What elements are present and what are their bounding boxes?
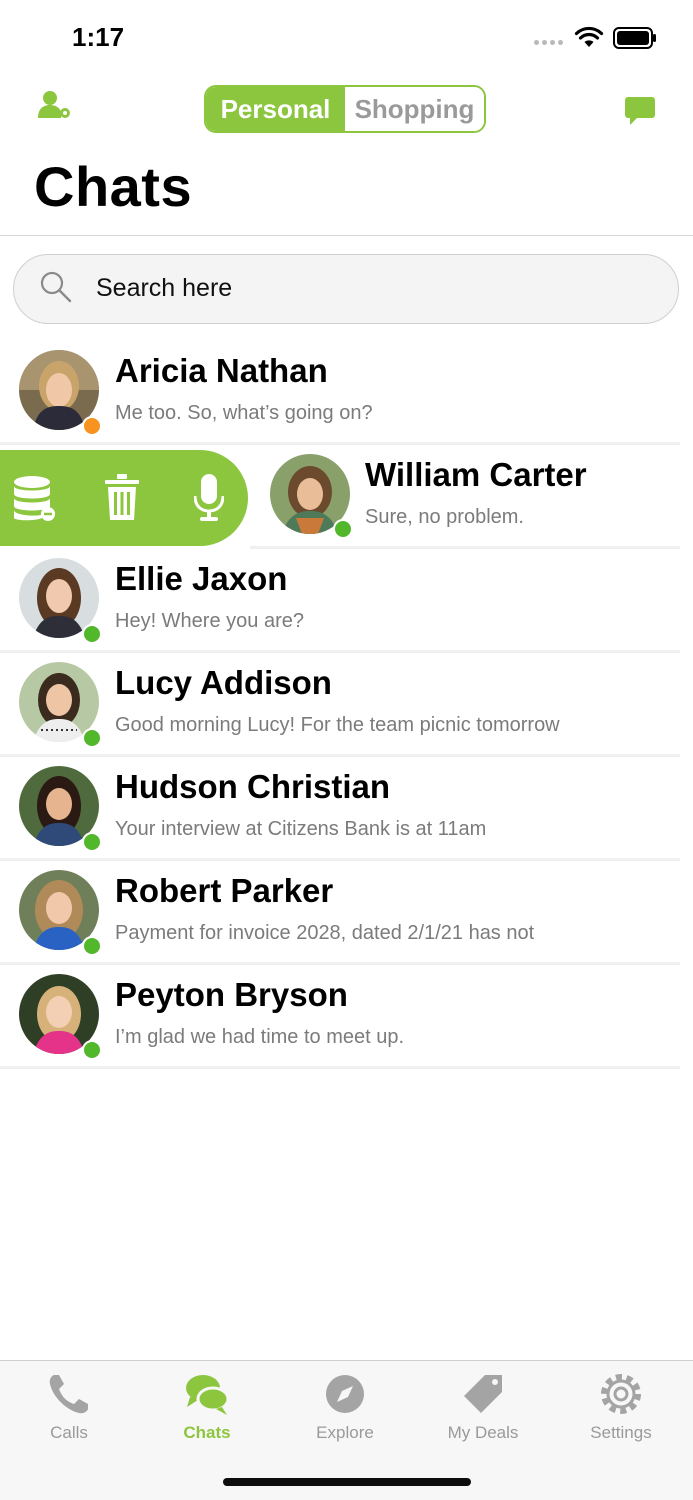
cellular-signal-icon — [534, 40, 563, 45]
chat-preview: Good morning Lucy! For the team picnic t… — [115, 714, 560, 736]
search-icon — [40, 271, 72, 303]
online-status-dot — [82, 728, 102, 748]
tab-explore[interactable]: Explore — [276, 1371, 414, 1443]
tag-icon — [464, 1375, 502, 1413]
chat-preview: Sure, no problem. — [365, 506, 524, 528]
tab-label: Settings — [590, 1423, 652, 1442]
chat-row-william-carter[interactable]: William Carter Sure, no problem. — [250, 444, 680, 549]
chat-name: Hudson Christian — [115, 768, 391, 805]
tab-label: My Deals — [447, 1423, 519, 1442]
tab-calls[interactable]: Calls — [0, 1371, 138, 1443]
header: Personal Shopping Chats — [0, 70, 693, 236]
online-status-dot — [82, 624, 102, 644]
search-input[interactable]: Search here — [13, 254, 679, 324]
chat-row-ellie-jaxon[interactable]: Ellie Jaxon Hey! Where you are? — [0, 548, 680, 653]
chat-name: William Carter — [365, 456, 587, 493]
swipe-actions — [0, 450, 248, 546]
chat-preview: I’m glad we had time to meet up. — [115, 1026, 405, 1048]
profile-settings-icon[interactable] — [38, 90, 72, 120]
chats-screen: 1:17 Personal Shopping Chats Search here… — [0, 0, 693, 1500]
chat-name: Ellie Jaxon — [115, 560, 288, 597]
chat-preview: Me too. So, what’s going on? — [115, 402, 373, 424]
new-chat-icon[interactable] — [624, 96, 656, 126]
chat-preview: Payment for invoice 2028, dated 2/1/21 h… — [115, 922, 535, 944]
battery-icon — [613, 27, 656, 49]
archive-icon[interactable] — [12, 474, 56, 522]
gear-icon — [601, 1374, 641, 1414]
tab-label: Explore — [316, 1423, 374, 1442]
trash-icon[interactable] — [105, 474, 139, 522]
segmented-control: Personal Shopping — [204, 85, 486, 133]
chat-row-aricia-nathan[interactable]: Aricia Nathan Me too. So, what’s going o… — [0, 340, 680, 445]
segment-shopping[interactable]: Shopping — [345, 87, 484, 131]
chat-name: Aricia Nathan — [115, 352, 328, 389]
home-indicator — [223, 1478, 471, 1486]
online-status-dot — [82, 1040, 102, 1060]
status-time: 1:17 — [72, 22, 125, 52]
online-status-dot — [333, 519, 353, 539]
tab-label: Chats — [183, 1423, 231, 1442]
chat-row-peyton-bryson[interactable]: Peyton Bryson I’m glad we had time to me… — [0, 964, 680, 1069]
chat-name: Robert Parker — [115, 872, 334, 909]
online-status-dot — [82, 832, 102, 852]
chat-bubbles-icon — [186, 1375, 230, 1415]
chat-preview: Your interview at Citizens Bank is at 11… — [115, 818, 487, 840]
microphone-icon[interactable] — [194, 474, 224, 522]
tab-my-deals[interactable]: My Deals — [414, 1371, 552, 1443]
status-bar: 1:17 — [0, 0, 693, 70]
chat-name: Lucy Addison — [115, 664, 332, 701]
search-placeholder: Search here — [96, 274, 233, 302]
chat-name: Peyton Bryson — [115, 976, 348, 1013]
tab-label: Calls — [50, 1423, 88, 1442]
compass-icon — [326, 1375, 364, 1413]
online-status-dot — [82, 936, 102, 956]
chat-preview: Hey! Where you are? — [115, 610, 304, 632]
tab-chats[interactable]: Chats — [138, 1371, 276, 1443]
segment-personal[interactable]: Personal — [206, 87, 345, 131]
tab-settings[interactable]: Settings — [552, 1371, 690, 1443]
page-title: Chats — [34, 155, 193, 218]
away-status-dot — [82, 416, 102, 436]
phone-icon — [49, 1375, 88, 1414]
chat-row-lucy-addison[interactable]: Lucy Addison Good morning Lucy! For the … — [0, 652, 680, 757]
chat-row-hudson-christian[interactable]: Hudson Christian Your interview at Citiz… — [0, 756, 680, 861]
wifi-icon — [574, 26, 604, 47]
chat-row-robert-parker[interactable]: Robert Parker Payment for invoice 2028, … — [0, 860, 680, 965]
